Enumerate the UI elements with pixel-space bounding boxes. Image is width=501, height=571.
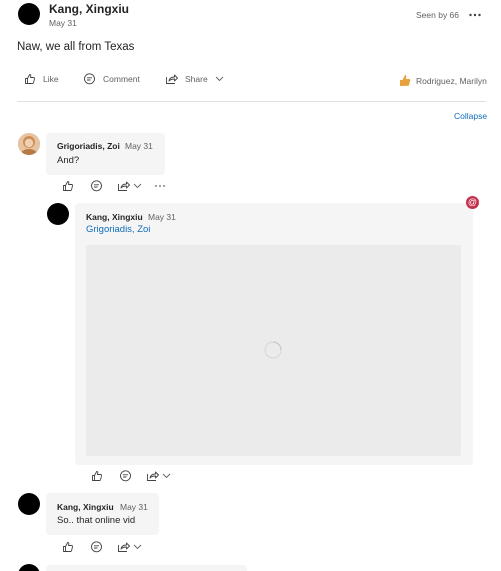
reply-date: May 31 <box>120 502 148 512</box>
avatar[interactable] <box>18 133 40 155</box>
chevron-down-icon[interactable] <box>133 544 142 550</box>
comment-button[interactable]: Comment <box>83 73 140 85</box>
avatar[interactable] <box>18 493 40 515</box>
avatar[interactable] <box>47 203 69 225</box>
thumb-up-icon[interactable] <box>62 180 74 192</box>
thumb-up-icon[interactable] <box>91 470 103 482</box>
reply-date: May 31 <box>125 141 153 151</box>
reaction-like-icon <box>399 74 411 87</box>
seen-by-count[interactable]: Seen by 66 <box>416 10 459 20</box>
more-icon[interactable] <box>154 183 166 189</box>
post-author-name[interactable]: Kang, Xingxiu <box>49 2 129 16</box>
more-icon[interactable] <box>468 10 482 20</box>
share-icon[interactable] <box>117 180 130 192</box>
comment-label: Comment <box>103 74 140 84</box>
share-icon[interactable] <box>146 470 159 482</box>
attachment-preview[interactable] <box>86 245 461 456</box>
reply-bubble <box>46 565 247 571</box>
chevron-down-icon[interactable] <box>133 183 142 189</box>
comment-icon <box>83 73 96 85</box>
reply-text: So.. that online vid <box>57 515 136 526</box>
mention-link[interactable]: Grigoriadis, Zoi <box>86 224 150 235</box>
author-avatar[interactable] <box>18 3 40 25</box>
comment-icon[interactable] <box>90 541 103 553</box>
share-label: Share <box>185 74 208 84</box>
loading-spinner-icon <box>263 340 283 360</box>
reply-text: And? <box>57 155 80 166</box>
reply-actions <box>62 180 166 192</box>
share-icon <box>165 73 178 85</box>
chevron-down-icon[interactable] <box>215 76 224 82</box>
reaction-summary[interactable]: Rodriguez, Marilyn <box>399 74 487 87</box>
reply-actions <box>62 541 142 553</box>
reactors-names: Rodriguez, Marilyn <box>416 75 487 86</box>
reply-bubble <box>46 133 165 175</box>
comment-icon[interactable] <box>90 180 103 192</box>
like-button[interactable]: Like <box>24 73 59 85</box>
reply-bubble <box>46 493 159 535</box>
share-button[interactable]: Share <box>165 73 224 85</box>
mention-badge-icon: @ <box>466 196 479 209</box>
post-body: Naw, we all from Texas <box>17 41 135 53</box>
thumb-up-icon <box>24 73 36 85</box>
post-date: May 31 <box>49 18 77 28</box>
share-icon[interactable] <box>117 541 130 553</box>
reply-actions <box>91 470 171 482</box>
divider <box>17 101 486 102</box>
avatar[interactable] <box>18 564 40 571</box>
reply-date: May 31 <box>148 212 176 222</box>
like-label: Like <box>43 74 59 84</box>
thumb-up-icon[interactable] <box>62 541 74 553</box>
comment-icon[interactable] <box>119 470 132 482</box>
collapse-link[interactable]: Collapse <box>454 111 487 121</box>
chevron-down-icon[interactable] <box>162 473 171 479</box>
reply-author-name[interactable]: Grigoriadis, Zoi <box>57 141 120 151</box>
reply-author-name[interactable]: Kang, Xingxiu <box>86 212 143 222</box>
reply-author-name[interactable]: Kang, Xingxiu <box>57 502 114 512</box>
